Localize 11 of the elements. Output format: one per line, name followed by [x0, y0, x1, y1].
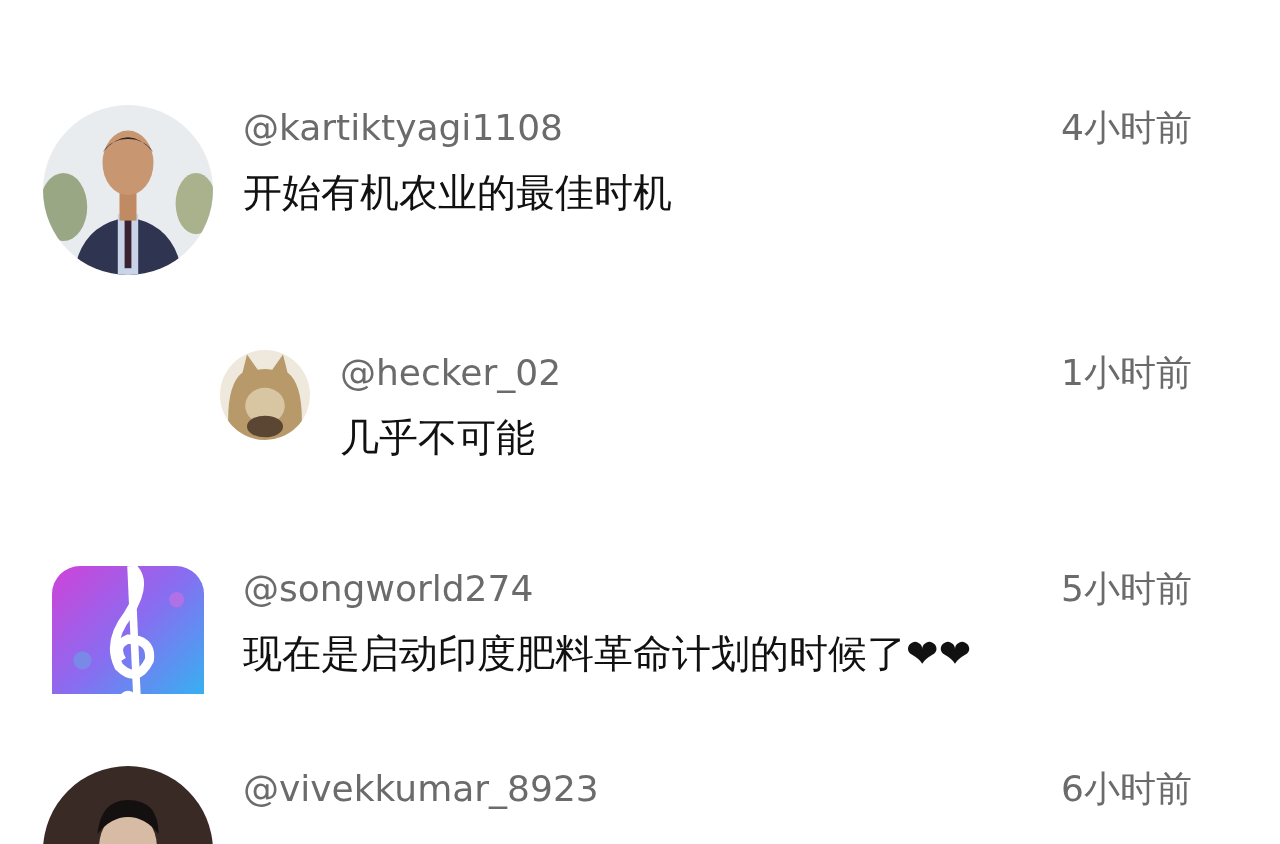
timestamp: 6小时前: [1061, 767, 1192, 811]
timestamp: 1小时前: [1061, 351, 1192, 395]
username[interactable]: @kartiktyagi1108: [243, 105, 563, 151]
username[interactable]: @songworld274: [243, 566, 534, 612]
comment-text: 现在是启动印度肥料革命计划的时候了❤❤: [243, 630, 973, 678]
comment-text: 开始有机农业的最佳时机: [243, 169, 673, 217]
comment-text: 几乎不可能: [340, 414, 536, 462]
username[interactable]: @hecker_02: [340, 350, 562, 396]
timestamp: 5小时前: [1061, 567, 1192, 611]
timestamp: 4小时前: [1061, 106, 1192, 150]
username[interactable]: @vivekkumar_8923: [243, 766, 599, 812]
